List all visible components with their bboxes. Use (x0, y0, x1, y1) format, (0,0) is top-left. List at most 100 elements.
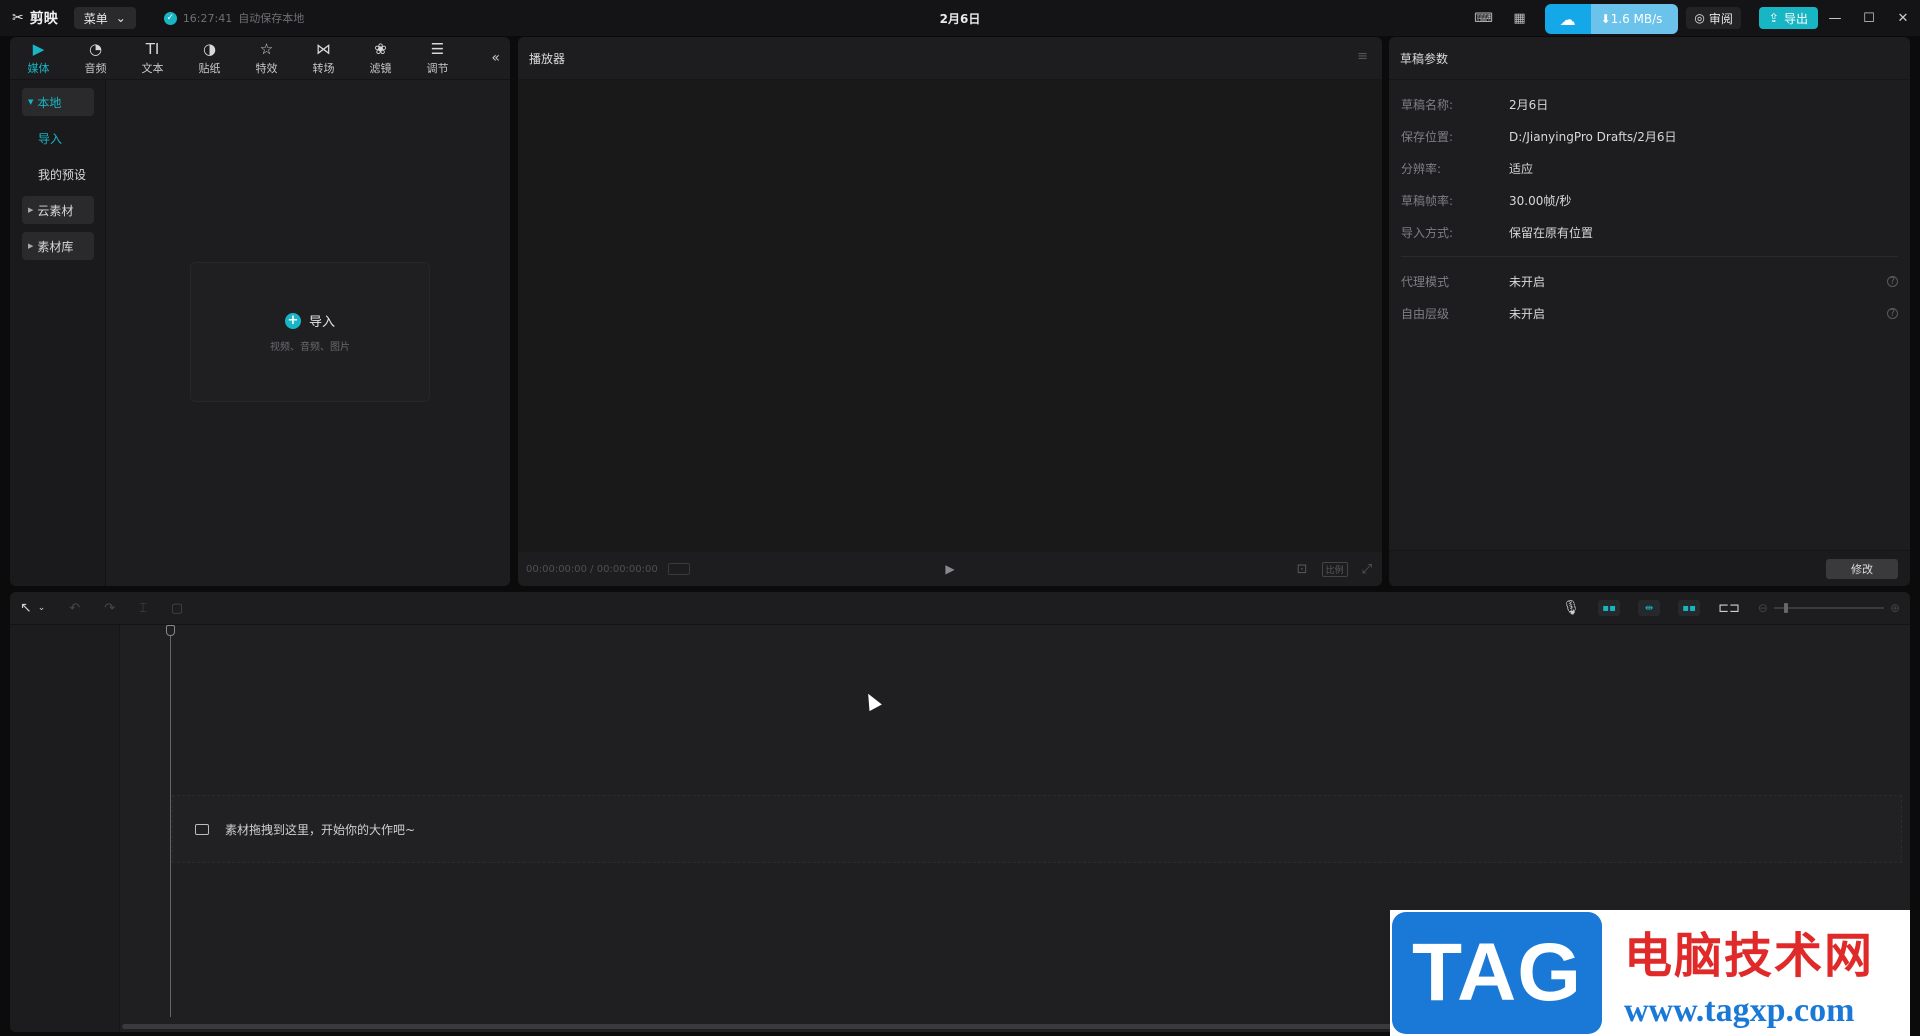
microphone-icon[interactable]: 🎙 (1562, 600, 1580, 616)
horizontal-scrollbar[interactable] (122, 1024, 1422, 1029)
keyboard-icon[interactable]: ⌨ (1473, 10, 1495, 26)
sidebar-item-import-label: 导入 (38, 131, 63, 146)
tab-sticker-label: 贴纸 (198, 62, 221, 75)
close-icon[interactable]: ✕ (1886, 11, 1920, 26)
film-icon (195, 823, 209, 835)
prop-value: D:/JianyingPro Drafts/2月6日 (1509, 129, 1677, 144)
redo-icon[interactable]: ↷ (104, 601, 115, 616)
maximize-icon[interactable]: ☐ (1852, 11, 1886, 26)
auto-snap-icon[interactable]: ▪▪ (1598, 600, 1621, 616)
review-icon: ◎ (1694, 11, 1705, 25)
prop-row-resolution: 分辨率: 适应 (1401, 152, 1898, 184)
tab-sticker[interactable]: ◑ 贴纸 (181, 40, 238, 76)
media-tabs: ▶ 媒体 ◔ 音频 TI 文本 ◑ 贴纸 ☆ 特效 ⋈ 转场 ❀ 滤镜 ☰ 调节 « (10, 37, 510, 80)
audio-icon: ◔ (88, 40, 103, 58)
tab-adjust-label: 调节 (426, 62, 449, 75)
tab-media[interactable]: ▶ 媒体 (10, 40, 67, 76)
select-tool-icon[interactable]: ↖ (20, 600, 32, 616)
info-icon[interactable]: ? (1887, 275, 1898, 287)
player-title: 播放器 (518, 37, 1382, 80)
tab-text[interactable]: TI 文本 (124, 40, 181, 76)
zoom-in-icon[interactable]: ⊕ (1890, 601, 1900, 615)
zoom-slider[interactable]: ⊖ ⊕ (1758, 601, 1900, 615)
tab-adjust[interactable]: ☰ 调节 (409, 40, 466, 76)
ratio-button[interactable]: 比例 (1321, 561, 1348, 577)
menu-button[interactable]: 菜单 ⌄ (73, 7, 136, 29)
tab-media-label: 媒体 (27, 62, 50, 75)
watermark-site-name: 电脑技术网 (1624, 928, 1875, 984)
cloud-upload-icon[interactable]: ☁ (1544, 4, 1591, 34)
watermark: TAG 电脑技术网 www.tagxp.com (1390, 910, 1910, 1036)
player-canvas (518, 80, 1382, 552)
chevron-down-icon[interactable]: ⌄ (38, 603, 46, 613)
layout-icon[interactable]: ▦ (1509, 10, 1531, 26)
sidebar-item-local-label: 本地 (37, 95, 62, 110)
link-icon[interactable]: ⇹ (1638, 600, 1661, 616)
review-button[interactable]: ◎ 审阅 (1686, 7, 1741, 29)
track-headers (10, 625, 120, 1032)
collapse-panel-icon[interactable]: « (491, 50, 500, 66)
download-speed[interactable]: ⬇ 1.6 MB/s (1590, 4, 1679, 34)
prop-value: 保留在原有位置 (1509, 225, 1594, 240)
play-icon[interactable]: ▶ (945, 562, 954, 576)
sidebar-item-cloud[interactable]: ▶ 云素材 (22, 196, 94, 224)
screenshot-icon[interactable]: ⊡ (1297, 562, 1308, 577)
sidebar-item-presets[interactable]: 我的预设 (22, 160, 94, 188)
import-card[interactable]: + 导入 视频、音频、图片 (190, 262, 430, 402)
app-logo: ✂ 剪映 (12, 8, 58, 28)
sidebar-item-cloud-label: 云素材 (37, 203, 74, 218)
speed-value: 1.6 MB/s (1610, 12, 1663, 26)
modify-button[interactable]: 修改 (1826, 559, 1898, 579)
media-icon: ▶ (32, 40, 45, 58)
zoom-handle[interactable] (1783, 603, 1788, 613)
info-icon[interactable]: ? (1887, 307, 1898, 319)
transition-icon: ⋈ (316, 40, 331, 58)
sidebar-item-import[interactable]: 导入 (22, 124, 94, 152)
split-icon[interactable]: ⌶ (139, 601, 147, 616)
zoom-out-icon[interactable]: ⊖ (1758, 601, 1768, 615)
tab-effect[interactable]: ☆ 特效 (238, 40, 295, 76)
tab-filter[interactable]: ❀ 滤镜 (352, 40, 409, 76)
tab-audio[interactable]: ◔ 音频 (67, 40, 124, 76)
tab-text-label: 文本 (141, 62, 164, 75)
effect-icon: ☆ (259, 40, 274, 58)
sidebar-item-library-label: 素材库 (37, 239, 74, 254)
prop-label: 导入方式: (1401, 225, 1454, 240)
download-arrow-icon: ⬇ (1600, 12, 1611, 26)
prop-value: 30.00帧/秒 (1509, 193, 1572, 208)
sidebar-item-presets-label: 我的预设 (38, 167, 87, 182)
prop-value: 适应 (1509, 161, 1534, 176)
playhead-handle[interactable] (166, 625, 175, 636)
minimize-icon[interactable]: — (1818, 11, 1852, 26)
app-name: 剪映 (29, 11, 58, 27)
safe-area-icon[interactable] (667, 563, 690, 575)
timeline-drop-zone[interactable]: 素材拖拽到这里，开始你的大作吧~ (172, 795, 1902, 863)
export-button[interactable]: ⇪ 导出 (1758, 7, 1818, 29)
prop-row-name: 草稿名称: 2月6日 (1401, 88, 1898, 120)
caret-down-icon: ▼ (28, 98, 34, 106)
align-icon[interactable]: ⊏⊐ (1718, 601, 1740, 616)
menu-label: 菜单 (83, 11, 108, 26)
capcut-logo-icon: ✂ (12, 10, 24, 26)
undo-icon[interactable]: ↶ (69, 601, 80, 616)
prop-row-free-layer: 自由层级 未开启? (1401, 297, 1898, 329)
playhead[interactable] (170, 625, 171, 1017)
export-label: 导出 (1783, 11, 1808, 26)
prop-row-import-mode: 导入方式: 保留在原有位置 (1401, 216, 1898, 248)
delete-icon[interactable]: ▢ (171, 601, 183, 616)
tab-effect-label: 特效 (255, 62, 278, 75)
sidebar-item-local[interactable]: ▼ 本地 (22, 88, 94, 116)
sidebar-item-library[interactable]: ▶ 素材库 (22, 232, 94, 260)
import-label: 导入 (308, 315, 335, 330)
text-icon: TI (145, 40, 160, 58)
watermark-url: www.tagxp.com (1624, 992, 1855, 1029)
tab-transition[interactable]: ⋈ 转场 (295, 40, 352, 76)
props-title: 草稿参数 (1389, 37, 1910, 80)
preview-axis-icon[interactable]: ▪▪ (1678, 600, 1701, 616)
menu-icon[interactable]: ≡ (1357, 49, 1368, 64)
adjust-icon: ☰ (430, 40, 445, 58)
chevron-down-icon: ⌄ (115, 11, 126, 25)
tab-transition-label: 转场 (312, 62, 335, 75)
fullscreen-icon[interactable]: ⤢ (1362, 562, 1372, 577)
zoom-track[interactable] (1773, 603, 1884, 613)
